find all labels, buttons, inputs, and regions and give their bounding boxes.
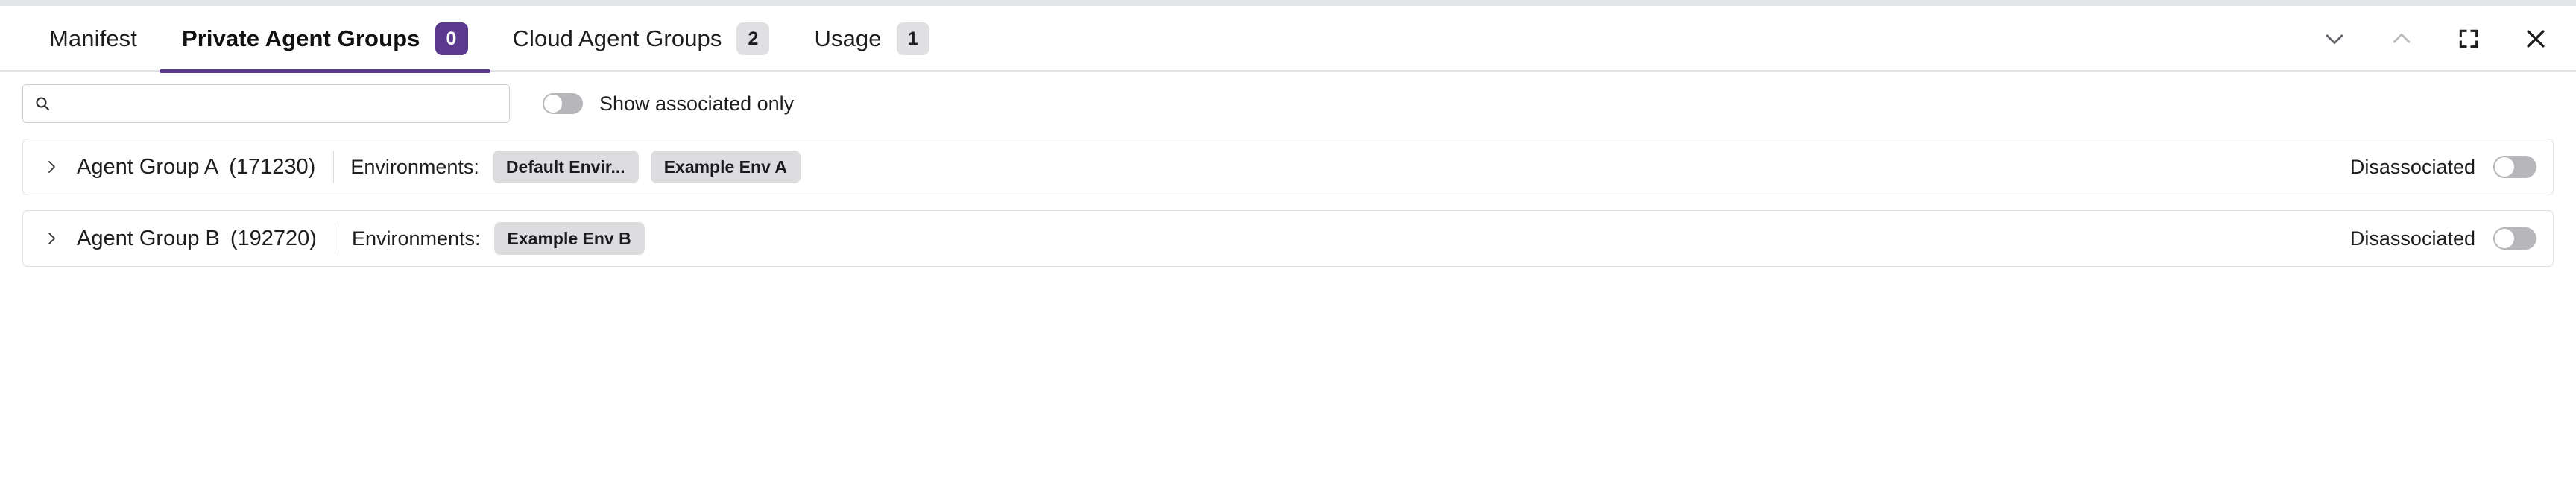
search-icon [34, 95, 51, 113]
tab-badge-count: 0 [435, 22, 468, 55]
environment-chips: Default Envir... Example Env A [492, 151, 801, 183]
environment-chip[interactable]: Example Env A [650, 151, 801, 183]
agent-group-name: Agent Group B [77, 226, 220, 250]
show-associated-only-toggle[interactable] [543, 93, 583, 114]
filter-row: Show associated only [0, 72, 2576, 136]
tab-label: Manifest [49, 25, 137, 51]
chevron-down-icon[interactable] [2314, 18, 2355, 60]
tab-bar: Manifest Private Agent Groups 0 Cloud Ag… [0, 6, 2576, 73]
search-box[interactable] [22, 84, 510, 123]
show-associated-only-control: Show associated only [543, 92, 794, 116]
tab-label: Usage [814, 25, 882, 51]
environment-chip[interactable]: Default Envir... [492, 151, 639, 183]
row-divider [333, 151, 335, 183]
chevron-right-icon[interactable] [34, 149, 69, 185]
table-row[interactable]: Agent Group B (192720) Environments: Exa… [22, 210, 2554, 267]
tab-cloud-agent-groups[interactable]: Cloud Agent Groups 2 [490, 6, 792, 72]
environments-label: Environments: [350, 155, 479, 178]
tab-badge-count: 2 [736, 22, 770, 55]
tab-label: Cloud Agent Groups [512, 25, 722, 51]
toggle-knob [544, 95, 562, 113]
agent-group-list: Agent Group A (171230) Environments: Def… [0, 139, 2576, 267]
association-status-label: Disassociated [2349, 155, 2475, 178]
agent-group-id: (192720) [230, 226, 317, 250]
fullscreen-icon[interactable] [2448, 18, 2490, 60]
tab-usage[interactable]: Usage 1 [792, 6, 951, 72]
agent-group-id: (171230) [229, 154, 316, 179]
table-row[interactable]: Agent Group A (171230) Environments: Def… [22, 139, 2554, 195]
chevron-right-icon[interactable] [34, 221, 69, 256]
toggle-knob [2495, 157, 2514, 177]
window-controls [2314, 6, 2557, 72]
association-status-label: Disassociated [2349, 227, 2475, 250]
chevron-up-icon[interactable] [2381, 18, 2422, 60]
environment-chip[interactable]: Example Env B [493, 222, 645, 255]
association-toggle[interactable] [2493, 156, 2536, 178]
tab-private-agent-groups[interactable]: Private Agent Groups 0 [159, 6, 490, 73]
search-input[interactable] [59, 85, 499, 122]
environments-label: Environments: [351, 227, 481, 250]
tab-manifest[interactable]: Manifest [27, 6, 160, 72]
tab-badge-count: 1 [896, 22, 929, 55]
environment-chips: Example Env B [493, 222, 645, 255]
window-top-strip [0, 0, 2576, 6]
association-control: Disassociated [2350, 227, 2536, 250]
close-icon[interactable] [2515, 18, 2557, 60]
association-toggle[interactable] [2493, 227, 2536, 250]
tab-label: Private Agent Groups [181, 25, 420, 51]
show-associated-only-label: Show associated only [599, 92, 795, 115]
toggle-knob [2495, 229, 2514, 248]
agent-group-name: Agent Group A [77, 154, 219, 179]
association-control: Disassociated [2350, 156, 2536, 179]
